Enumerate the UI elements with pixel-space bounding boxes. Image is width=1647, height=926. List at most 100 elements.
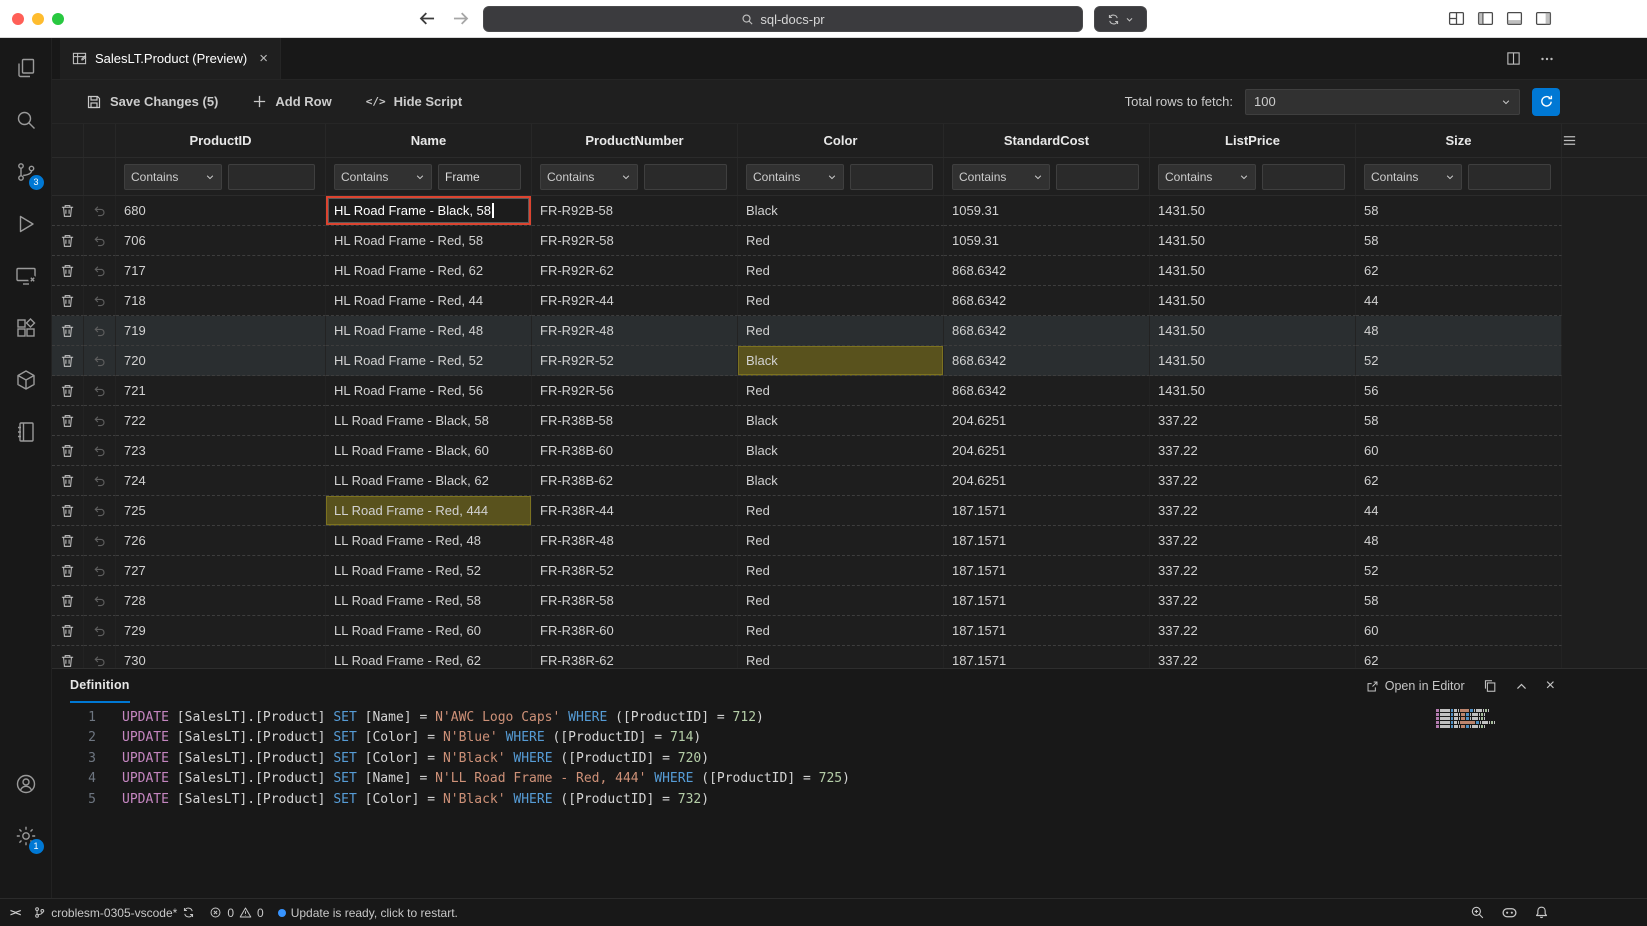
cell-product_number[interactable]: FR-R92R-52	[532, 346, 738, 376]
back-button[interactable]	[418, 9, 437, 28]
cell-standard_cost[interactable]: 1059.31	[944, 226, 1150, 256]
cell-product_number[interactable]: FR-R92R-48	[532, 316, 738, 346]
cell-color[interactable]: Red	[738, 616, 944, 646]
filter-input-size[interactable]	[1468, 164, 1551, 190]
cell-name[interactable]: LL Road Frame - Black, 62	[326, 466, 532, 496]
problems-status[interactable]: 0 0	[209, 906, 263, 920]
revert-row-button[interactable]	[84, 346, 116, 376]
delete-row-button[interactable]	[52, 196, 84, 226]
cell-list_price[interactable]: 1431.50	[1150, 316, 1356, 346]
session-sync-dropdown[interactable]	[1094, 6, 1147, 32]
activity-settings[interactable]: 1	[2, 810, 50, 862]
total-rows-dropdown[interactable]: 100	[1245, 89, 1520, 115]
column-header-list_price[interactable]: ListPrice	[1150, 124, 1356, 157]
revert-row-button[interactable]	[84, 196, 116, 226]
cell-size[interactable]: 58	[1356, 586, 1562, 616]
cell-size[interactable]: 52	[1356, 556, 1562, 586]
minimap[interactable]	[1436, 709, 1520, 729]
add-row-button[interactable]: Add Row	[252, 94, 331, 109]
collapse-panel-icon[interactable]	[1515, 680, 1528, 693]
cell-product_id[interactable]: 726	[116, 526, 326, 556]
delete-row-button[interactable]	[52, 646, 84, 668]
filter-operator-color[interactable]: Contains	[746, 164, 844, 190]
cell-standard_cost[interactable]: 868.6342	[944, 376, 1150, 406]
column-header-size[interactable]: Size	[1356, 124, 1562, 157]
revert-row-button[interactable]	[84, 376, 116, 406]
copy-icon[interactable]	[1483, 679, 1497, 693]
cell-product_number[interactable]: FR-R92R-62	[532, 256, 738, 286]
cell-list_price[interactable]: 337.22	[1150, 406, 1356, 436]
revert-row-button[interactable]	[84, 556, 116, 586]
minimize-window-button[interactable]	[32, 13, 44, 25]
toggle-secondary-sidebar-icon[interactable]	[1535, 10, 1552, 27]
cell-standard_cost[interactable]: 187.1571	[944, 616, 1150, 646]
cell-size[interactable]: 58	[1356, 196, 1562, 226]
cell-name[interactable]: LL Road Frame - Red, 444	[326, 496, 532, 526]
cell-list_price[interactable]: 337.22	[1150, 586, 1356, 616]
cell-product_number[interactable]: FR-R92B-58	[532, 196, 738, 226]
activity-accounts[interactable]	[2, 758, 50, 810]
revert-row-button[interactable]	[84, 646, 116, 668]
toggle-panel-icon[interactable]	[1506, 10, 1523, 27]
cell-product_id[interactable]: 725	[116, 496, 326, 526]
customize-layout-icon[interactable]	[1448, 10, 1465, 27]
cell-standard_cost[interactable]: 187.1571	[944, 586, 1150, 616]
cell-product_id[interactable]: 722	[116, 406, 326, 436]
cell-size[interactable]: 56	[1356, 376, 1562, 406]
revert-row-button[interactable]	[84, 526, 116, 556]
cell-color[interactable]: Black	[738, 406, 944, 436]
delete-row-button[interactable]	[52, 256, 84, 286]
cell-list_price[interactable]: 1431.50	[1150, 346, 1356, 376]
cell-product_id[interactable]: 706	[116, 226, 326, 256]
toggle-primary-sidebar-icon[interactable]	[1477, 10, 1494, 27]
revert-row-button[interactable]	[84, 616, 116, 646]
revert-row-button[interactable]	[84, 256, 116, 286]
column-header-product_id[interactable]: ProductID	[116, 124, 326, 157]
revert-row-button[interactable]	[84, 436, 116, 466]
cell-size[interactable]: 62	[1356, 466, 1562, 496]
column-header-color[interactable]: Color	[738, 124, 944, 157]
activity-explorer[interactable]	[2, 42, 50, 94]
cell-color[interactable]: Red	[738, 646, 944, 668]
cell-size[interactable]: 48	[1356, 316, 1562, 346]
cell-color[interactable]: Red	[738, 376, 944, 406]
filter-operator-list_price[interactable]: Contains	[1158, 164, 1256, 190]
cell-product_id[interactable]: 729	[116, 616, 326, 646]
cell-color[interactable]: Red	[738, 526, 944, 556]
delete-row-button[interactable]	[52, 586, 84, 616]
column-header-standard_cost[interactable]: StandardCost	[944, 124, 1150, 157]
filter-input-product_id[interactable]	[228, 164, 315, 190]
cell-name[interactable]: HL Road Frame - Red, 62	[326, 256, 532, 286]
cell-color[interactable]: Red	[738, 256, 944, 286]
cell-size[interactable]: 60	[1356, 436, 1562, 466]
cell-standard_cost[interactable]: 204.6251	[944, 466, 1150, 496]
delete-row-button[interactable]	[52, 556, 84, 586]
cell-size[interactable]: 52	[1356, 346, 1562, 376]
delete-row-button[interactable]	[52, 376, 84, 406]
cell-name[interactable]: LL Road Frame - Red, 52	[326, 556, 532, 586]
cell-list_price[interactable]: 337.22	[1150, 436, 1356, 466]
cell-color[interactable]: Black	[738, 196, 944, 226]
activity-run-debug[interactable]	[2, 198, 50, 250]
filter-operator-size[interactable]: Contains	[1364, 164, 1462, 190]
cell-size[interactable]: 44	[1356, 496, 1562, 526]
filter-input-product_number[interactable]	[644, 164, 727, 190]
filter-operator-product_number[interactable]: Contains	[540, 164, 638, 190]
cell-product_number[interactable]: FR-R38R-44	[532, 496, 738, 526]
revert-row-button[interactable]	[84, 286, 116, 316]
cell-name[interactable]: HL Road Frame - Black, 58	[326, 196, 532, 226]
cell-color[interactable]: Red	[738, 226, 944, 256]
cell-name[interactable]: LL Road Frame - Red, 60	[326, 616, 532, 646]
cell-product_number[interactable]: FR-R38R-58	[532, 586, 738, 616]
cell-standard_cost[interactable]: 868.6342	[944, 346, 1150, 376]
cell-color[interactable]: Black	[738, 436, 944, 466]
refresh-button[interactable]	[1532, 88, 1560, 116]
cell-product_number[interactable]: FR-R92R-56	[532, 376, 738, 406]
delete-row-button[interactable]	[52, 496, 84, 526]
activity-search[interactable]	[2, 94, 50, 146]
cell-name[interactable]: HL Road Frame - Red, 52	[326, 346, 532, 376]
cell-color[interactable]: Black	[738, 346, 944, 376]
cell-color[interactable]: Red	[738, 286, 944, 316]
cell-product_id[interactable]: 717	[116, 256, 326, 286]
delete-row-button[interactable]	[52, 316, 84, 346]
